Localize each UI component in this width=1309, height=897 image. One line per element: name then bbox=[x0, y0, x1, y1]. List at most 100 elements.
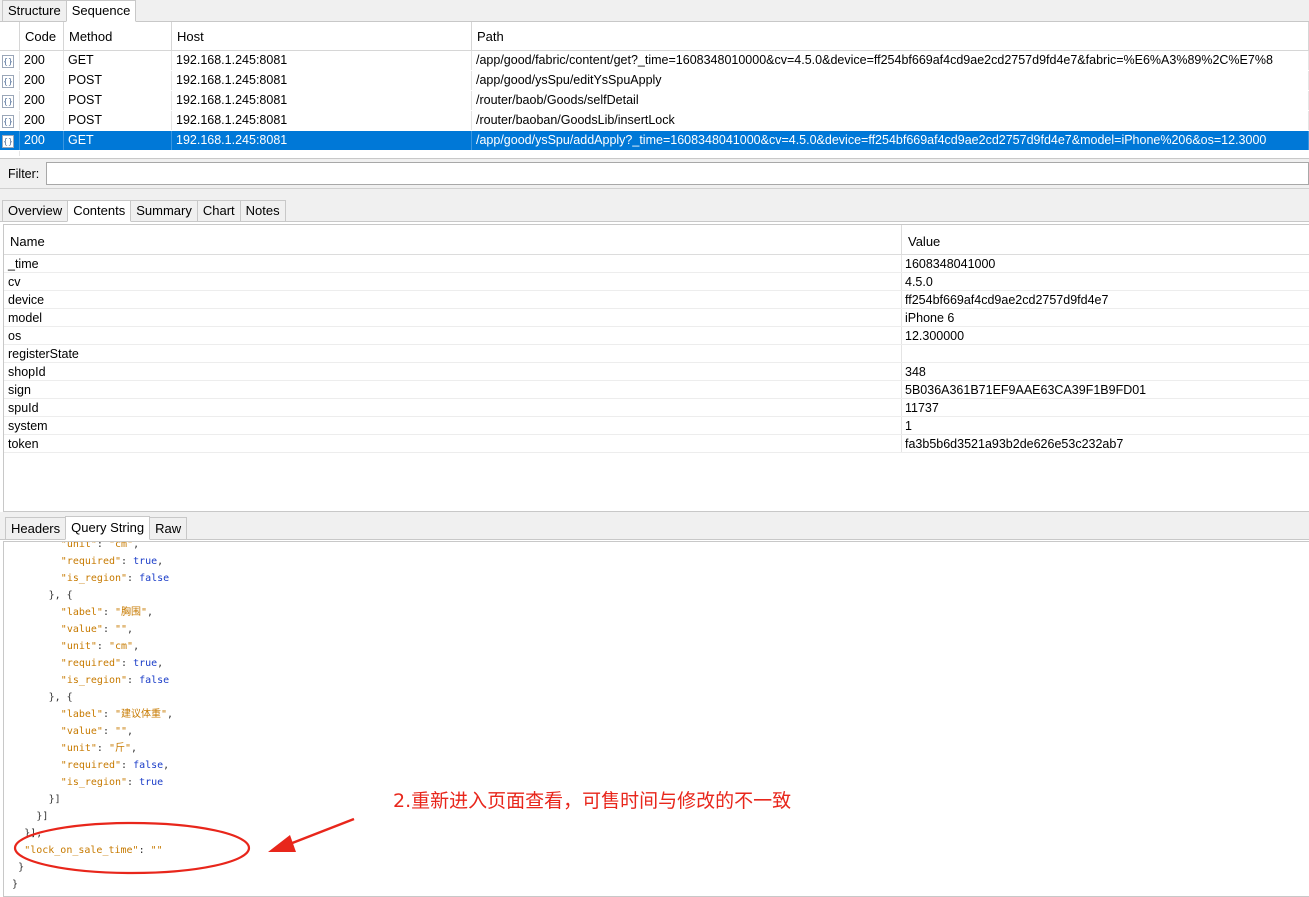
param-value: 348 bbox=[905, 365, 926, 379]
json-key: "required" bbox=[60, 760, 122, 771]
row-host: 192.168.1.245:8081 bbox=[172, 51, 472, 70]
json-sep: : bbox=[96, 743, 109, 754]
sequence-row[interactable]: {} 200 GET 192.168.1.245:8081/app/good/fabr… bbox=[0, 51, 1309, 71]
tab-query-string[interactable]: Query String bbox=[65, 516, 151, 540]
json-key: "label" bbox=[60, 709, 103, 720]
json-value: "cm" bbox=[108, 541, 134, 550]
sequence-row[interactable]: {} 200 GET 192.168.1.245:8081/app/good/ysSp… bbox=[0, 131, 1309, 151]
param-value bbox=[902, 345, 1309, 362]
contents-row[interactable]: registerState bbox=[4, 345, 1309, 363]
json-value: false bbox=[133, 760, 164, 771]
contents-row[interactable]: _time 1608348041000 bbox=[4, 255, 1309, 273]
tab-structure[interactable]: Structure bbox=[2, 0, 67, 21]
json-sep: : bbox=[121, 658, 134, 669]
json-value: "胸围" bbox=[115, 607, 148, 618]
json-sep: : bbox=[102, 709, 115, 720]
json-viewer[interactable]: "unit": "cm", "required": true, "is_region… bbox=[3, 541, 1309, 897]
json-sep: : bbox=[121, 760, 134, 771]
json-value: "" bbox=[150, 845, 163, 856]
json-tail: , bbox=[127, 726, 134, 737]
param-name: registerState bbox=[4, 345, 902, 362]
json-line: }] bbox=[49, 791, 61, 808]
json-line: "required": true, bbox=[61, 553, 163, 570]
column-header-method[interactable]: Method bbox=[64, 22, 172, 50]
param-value: iPhone 6 bbox=[905, 311, 955, 325]
json-key: "is_region" bbox=[60, 573, 128, 584]
contents-row[interactable]: sign 5B036A361B71EF9AAE63CA39F1B9FD01 bbox=[4, 381, 1309, 399]
contents-row[interactable]: token fa3b5b6d3521a93b2de626e53c232ab7 bbox=[4, 435, 1309, 453]
json-sep: : bbox=[127, 777, 140, 788]
row-code: 200 bbox=[20, 111, 64, 130]
json-sep: : bbox=[102, 607, 115, 618]
row-method: GET bbox=[64, 51, 172, 70]
contents-row[interactable]: system 1 bbox=[4, 417, 1309, 435]
json-key: "required" bbox=[60, 658, 122, 669]
json-line: "lock_on_sale_time": "" bbox=[24, 842, 162, 859]
json-punct: }] bbox=[48, 794, 61, 805]
json-punct: } bbox=[12, 879, 19, 890]
tab-headers[interactable]: Headers bbox=[5, 517, 67, 539]
sequence-row-partial[interactable] bbox=[0, 151, 1309, 157]
json-punct: }] bbox=[36, 811, 49, 822]
tab-sequence[interactable]: Sequence bbox=[65, 0, 137, 22]
param-value: 4.5.0 bbox=[905, 275, 933, 289]
sequence-header: Code Method Host Path bbox=[0, 22, 1309, 51]
row-method: POST bbox=[64, 91, 172, 110]
tab-raw[interactable]: Raw bbox=[149, 517, 188, 539]
column-header-code[interactable]: Code bbox=[20, 22, 64, 50]
row-host: 192.168.1.245:8081 bbox=[172, 91, 472, 110]
contents-row[interactable]: model iPhone 6 bbox=[4, 309, 1309, 327]
row-host: 192.168.1.245:8081 bbox=[172, 111, 472, 130]
row-host: 192.168.1.245:8081 bbox=[172, 131, 472, 150]
sequence-row[interactable]: {} 200 POST 192.168.1.245:8081/router/baob/… bbox=[0, 91, 1309, 111]
contents-rows: _time 1608348041000 cv 4.5.0 device ff254bf66… bbox=[4, 255, 1309, 453]
contents-row[interactable]: cv 4.5.0 bbox=[4, 273, 1309, 291]
json-file-icon: {} bbox=[2, 75, 14, 88]
sequence-row[interactable]: {} 200 POST 192.168.1.245:8081/router/baoba… bbox=[0, 111, 1309, 131]
json-sep: : bbox=[138, 845, 151, 856]
json-line: "value": "", bbox=[61, 621, 133, 638]
contents-table: Name Value _time 1608348041000 cv 4.5.0 devi… bbox=[3, 224, 1309, 512]
contents-row[interactable]: shopId 348 bbox=[4, 363, 1309, 381]
column-header-host[interactable]: Host bbox=[172, 22, 472, 50]
column-header-value[interactable]: Value bbox=[902, 225, 940, 254]
row-path: /router/baob/Goods/selfDetail bbox=[472, 91, 1309, 110]
json-tail: , bbox=[147, 607, 154, 618]
top-tab-bar: Structure Sequence bbox=[0, 0, 1309, 22]
row-code: 200 bbox=[20, 131, 64, 150]
param-name: token bbox=[4, 435, 902, 452]
json-tail: , bbox=[157, 658, 164, 669]
contents-row[interactable]: spuId 11737 bbox=[4, 399, 1309, 417]
filter-input[interactable] bbox=[46, 162, 1309, 185]
row-method: GET bbox=[64, 131, 172, 150]
json-key: "lock_on_sale_time" bbox=[24, 845, 139, 856]
param-name: device bbox=[4, 291, 902, 308]
json-tail: , bbox=[127, 624, 134, 635]
pane-splitter[interactable] bbox=[0, 189, 1309, 198]
json-punct: }], bbox=[24, 828, 43, 839]
json-line: "unit": "斤", bbox=[61, 740, 137, 757]
column-header-path[interactable]: Path bbox=[472, 22, 1309, 50]
tab-notes[interactable]: Notes bbox=[239, 200, 286, 221]
json-sep: : bbox=[102, 726, 115, 737]
param-value: ff254bf669af4cd9ae2cd2757d9fd4e7 bbox=[905, 293, 1109, 307]
tab-chart[interactable]: Chart bbox=[196, 200, 241, 221]
json-value: "" bbox=[115, 624, 128, 635]
contents-row[interactable]: device ff254bf669af4cd9ae2cd2757d9fd4e7 bbox=[4, 291, 1309, 309]
sequence-row[interactable]: {} 200 POST 192.168.1.245:8081/app/good/ysS… bbox=[0, 71, 1309, 91]
param-name: shopId bbox=[4, 363, 902, 380]
param-value: 1 bbox=[905, 419, 912, 433]
tab-summary[interactable]: Summary bbox=[130, 200, 198, 221]
param-name: cv bbox=[4, 273, 902, 290]
contents-row[interactable]: os 12.300000 bbox=[4, 327, 1309, 345]
tab-contents[interactable]: Contents bbox=[67, 200, 132, 222]
json-key: "is_region" bbox=[60, 777, 128, 788]
json-line: }, { bbox=[49, 587, 73, 604]
column-header-name[interactable]: Name bbox=[4, 225, 902, 254]
json-key: "label" bbox=[60, 607, 103, 618]
row-path: /app/good/fabric/content/get?_time=16083… bbox=[472, 51, 1309, 70]
annotation-text: 2.重新进入页面查看，可售时间与修改的不一致 bbox=[393, 790, 792, 812]
request-icon: {} bbox=[0, 91, 20, 110]
tab-overview[interactable]: Overview bbox=[2, 200, 69, 221]
request-icon: {} bbox=[0, 111, 20, 130]
